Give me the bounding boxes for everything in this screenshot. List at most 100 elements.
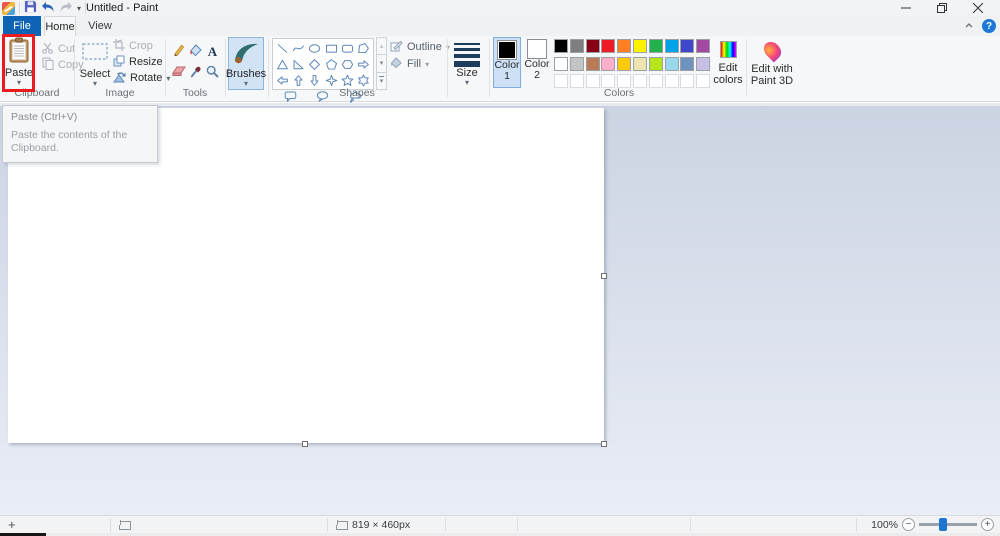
close-button[interactable] (960, 0, 996, 16)
shape-polygon[interactable] (357, 40, 371, 56)
restore-button[interactable] (924, 0, 960, 16)
fill-button[interactable]: Fill ▾ (390, 57, 429, 71)
palette-swatch[interactable] (665, 57, 679, 71)
minimize-button[interactable] (888, 0, 924, 16)
eraser-tool[interactable] (172, 66, 186, 79)
outline-button[interactable]: Outline ▾ (390, 40, 450, 54)
tooltip-body: Paste the contents of the Clipboard. (11, 129, 141, 155)
shape-down-arrow[interactable] (308, 72, 322, 88)
gallery-scroll-down-icon[interactable]: ▾ (376, 54, 387, 72)
palette-swatch[interactable] (617, 74, 631, 88)
palette-swatch[interactable] (586, 39, 600, 53)
palette-swatch[interactable] (586, 74, 600, 88)
zoom-in-button[interactable]: + (981, 518, 994, 531)
paint3d-icon (765, 37, 780, 63)
canvas-resize-handle-corner[interactable] (601, 441, 607, 447)
palette-swatch[interactable] (554, 74, 568, 88)
palette-swatch[interactable] (633, 74, 647, 88)
shape-curve[interactable] (291, 40, 305, 56)
select-button[interactable]: Select ▾ (79, 37, 111, 87)
palette-swatch[interactable] (617, 39, 631, 53)
collapse-ribbon-icon[interactable] (964, 20, 974, 32)
palette-swatch[interactable] (649, 74, 663, 88)
color2-button[interactable]: Color 2 (523, 37, 551, 88)
palette-swatch[interactable] (570, 74, 584, 88)
palette-swatch[interactable] (649, 39, 663, 53)
shape-oval[interactable] (308, 40, 322, 56)
magnifier-tool[interactable] (206, 65, 219, 81)
palette-swatch[interactable] (554, 57, 568, 71)
color1-button[interactable]: Color 1 (493, 37, 521, 88)
palette-swatch[interactable] (649, 57, 663, 71)
palette-swatch[interactable] (633, 57, 647, 71)
brushes-dropdown-icon[interactable]: ▾ (244, 80, 248, 87)
canvas-resize-handle-bottom[interactable] (302, 441, 308, 447)
shape-right-arrow[interactable] (357, 56, 371, 72)
gallery-scroll-up-icon[interactable]: ▴ (376, 37, 387, 55)
shape-pentagon[interactable] (324, 56, 338, 72)
divider (19, 2, 20, 14)
palette-swatch[interactable] (633, 39, 647, 53)
crop-button[interactable]: Crop (113, 39, 153, 53)
help-icon[interactable]: ? (982, 19, 996, 33)
palette-swatch[interactable] (665, 74, 679, 88)
palette-swatch[interactable] (696, 39, 710, 53)
save-icon[interactable] (24, 0, 37, 16)
shape-line[interactable] (275, 40, 289, 56)
size-button[interactable]: Size ▾ (450, 37, 484, 86)
color2-swatch (527, 39, 547, 59)
edit-colors-button[interactable]: Edit colors (712, 37, 744, 86)
tab-file[interactable]: File (3, 16, 41, 36)
palette-swatch[interactable] (680, 57, 694, 71)
redo-icon[interactable] (59, 1, 73, 16)
size-dropdown-icon[interactable]: ▾ (465, 79, 469, 86)
palette-swatch[interactable] (570, 39, 584, 53)
pencil-tool[interactable] (172, 44, 185, 60)
qat-customize-icon[interactable]: ▾ (77, 5, 81, 12)
shape-diamond[interactable] (308, 56, 322, 72)
shape-triangle[interactable] (275, 56, 289, 72)
shape-five-point-star[interactable] (340, 72, 354, 88)
palette-swatch[interactable] (680, 39, 694, 53)
palette-swatch[interactable] (601, 57, 615, 71)
shape-rounded-rectangle[interactable] (340, 40, 354, 56)
rotate-button[interactable]: Rotate ▾ (113, 71, 170, 85)
tab-home[interactable]: Home (44, 16, 76, 36)
palette-swatch[interactable] (601, 74, 615, 88)
palette-swatch[interactable] (617, 57, 631, 71)
palette-swatch[interactable] (680, 74, 694, 88)
brushes-button[interactable]: Brushes ▾ (228, 37, 264, 90)
edit-with-paint3d-button[interactable]: Edit with Paint 3D (750, 37, 794, 87)
shape-four-point-star[interactable] (324, 72, 338, 88)
palette-swatch[interactable] (696, 57, 710, 71)
shape-right-triangle[interactable] (291, 56, 305, 72)
palette-swatch[interactable] (554, 39, 568, 53)
undo-icon[interactable] (41, 1, 55, 16)
cut-button[interactable]: Cut (42, 42, 75, 56)
resize-button[interactable]: Resize (113, 55, 163, 69)
color-picker-tool[interactable] (190, 65, 202, 81)
shape-up-arrow[interactable] (291, 72, 305, 88)
select-dropdown-icon[interactable]: ▾ (93, 80, 97, 87)
fill-tool[interactable] (189, 44, 203, 60)
zoom-slider-thumb[interactable] (939, 518, 947, 531)
tab-view[interactable]: View (84, 16, 116, 36)
palette-swatch[interactable] (570, 57, 584, 71)
text-tool[interactable]: A (208, 44, 217, 60)
zoom-out-button[interactable]: − (902, 518, 915, 531)
shape-hexagon[interactable] (340, 56, 354, 72)
shape-left-arrow[interactable] (275, 72, 289, 88)
fill-dropdown-icon[interactable]: ▾ (425, 61, 429, 68)
brush-icon (232, 38, 260, 68)
shape-rectangle[interactable] (324, 40, 338, 56)
palette-swatch[interactable] (665, 39, 679, 53)
shape-six-point-star[interactable] (357, 72, 371, 88)
palette-swatch[interactable] (696, 74, 710, 88)
canvas-resize-handle-right[interactable] (601, 273, 607, 279)
palette-swatch[interactable] (586, 57, 600, 71)
zoom-slider-track[interactable] (919, 523, 977, 526)
copy-button[interactable]: Copy (42, 58, 84, 72)
palette-swatch[interactable] (601, 39, 615, 53)
paint-app-icon[interactable] (2, 2, 15, 15)
color1-swatch (497, 40, 517, 60)
